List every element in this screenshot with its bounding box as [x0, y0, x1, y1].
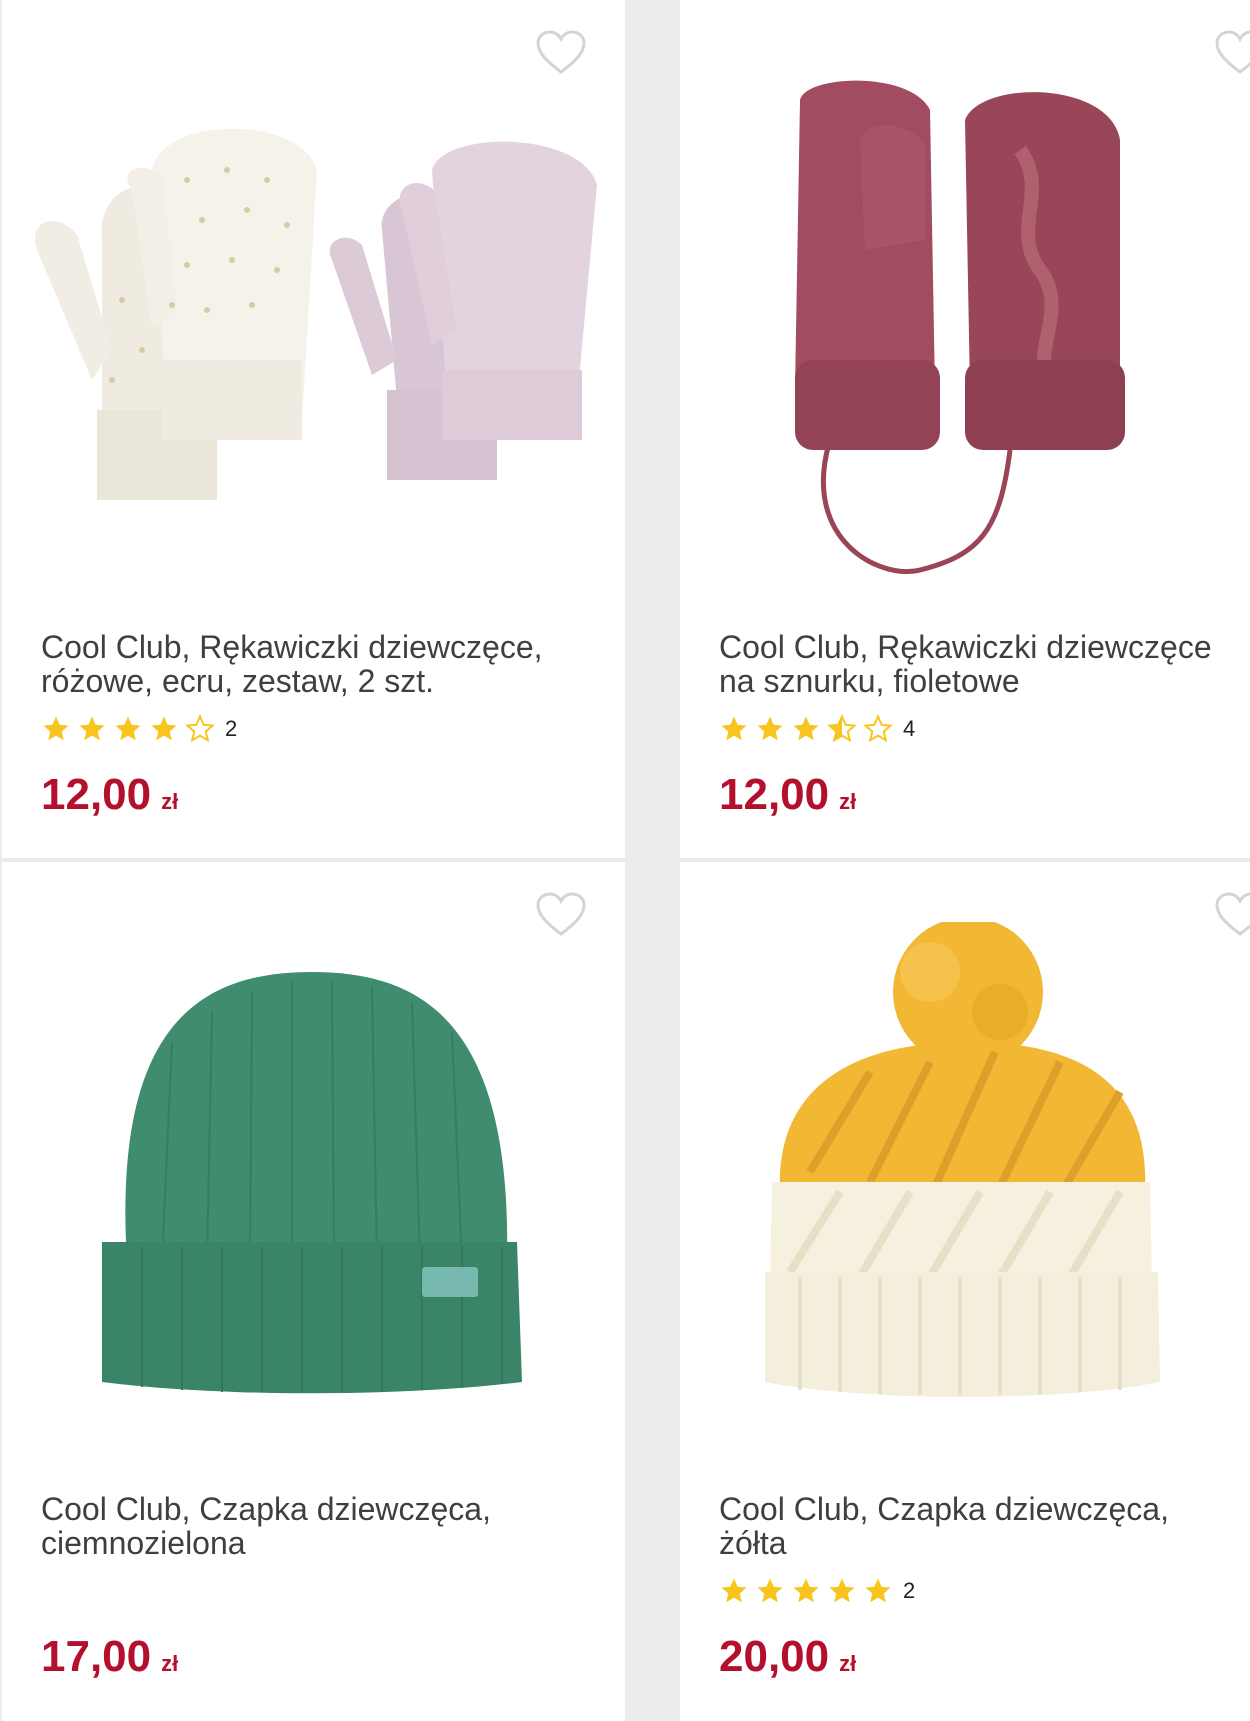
star-filled-icon — [43, 716, 69, 741]
product-title[interactable]: Cool Club, Rękawiczki dziewczęce na sznu… — [719, 630, 1249, 698]
star-filled-icon — [829, 1578, 855, 1603]
product-card[interactable]: Cool Club, Czapka dziewczęca, ciemnoziel… — [2, 862, 625, 1721]
star-filled-icon — [865, 1578, 891, 1603]
mittens-on-string-icon[interactable] — [680, 60, 1250, 580]
product-price: 12,00 zł — [719, 770, 857, 819]
rating-count: 2 — [903, 1578, 916, 1603]
star-filled-icon — [151, 716, 177, 741]
product-title[interactable]: Cool Club, Rękawiczki dziewczęce, różowe… — [41, 630, 601, 698]
product-price: 12,00 zł — [41, 770, 179, 819]
product-rating: 4 — [719, 712, 915, 746]
star-filled-icon — [721, 1578, 747, 1603]
product-rating: 2 — [719, 1574, 915, 1608]
currency: zł — [161, 789, 179, 814]
star-filled-icon — [757, 716, 783, 741]
product-rating: 2 — [41, 712, 237, 746]
star-filled-icon — [721, 716, 747, 741]
star-empty-icon — [185, 714, 215, 743]
currency: zł — [839, 1651, 857, 1676]
product-title[interactable]: Cool Club, Czapka dziewczęca, ciemnoziel… — [41, 1492, 601, 1560]
currency: zł — [161, 1651, 179, 1676]
product-grid: Cool Club, Rękawiczki dziewczęce, różowe… — [0, 0, 1250, 1721]
star-empty-icon — [863, 714, 893, 743]
rating-count: 4 — [903, 716, 916, 741]
star-filled-icon — [115, 716, 141, 741]
mittens-set-icon[interactable] — [2, 60, 625, 580]
rating-count: 2 — [225, 716, 238, 741]
product-card[interactable]: Cool Club, Czapka dziewczęca, żółta 2 20… — [680, 862, 1250, 1721]
star-half-icon — [827, 714, 857, 743]
star-filled-icon — [793, 716, 819, 741]
star-filled-icon — [757, 1578, 783, 1603]
product-price: 17,00 zł — [41, 1632, 179, 1681]
product-card[interactable]: Cool Club, Rękawiczki dziewczęce, różowe… — [2, 0, 625, 858]
product-price: 20,00 zł — [719, 1632, 857, 1681]
star-filled-icon — [79, 716, 105, 741]
star-filled-icon — [793, 1578, 819, 1603]
product-title[interactable]: Cool Club, Czapka dziewczęca, żółta — [719, 1492, 1249, 1560]
pompom-hat-icon[interactable] — [680, 922, 1250, 1442]
beanie-hat-icon[interactable] — [2, 922, 625, 1442]
product-card[interactable]: Cool Club, Rękawiczki dziewczęce na sznu… — [680, 0, 1250, 858]
currency: zł — [839, 789, 857, 814]
